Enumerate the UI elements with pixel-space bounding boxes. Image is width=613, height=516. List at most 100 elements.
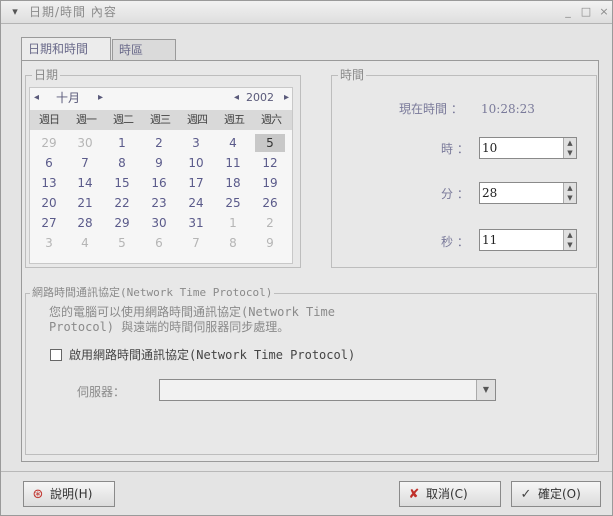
calendar-day[interactable]: 1 [107, 134, 137, 152]
calendar-day[interactable]: 9 [255, 234, 285, 252]
cancel-icon: ✘ [408, 487, 420, 502]
calendar-day[interactable]: 6 [144, 234, 174, 252]
minimize-icon[interactable]: _ [561, 4, 575, 20]
calendar-day[interactable]: 10 [181, 154, 211, 172]
calendar-day[interactable]: 31 [181, 214, 211, 232]
calendar-day[interactable]: 20 [34, 194, 64, 212]
ok-button[interactable]: ✓ 確定(O) [511, 481, 601, 507]
second-spinner[interactable]: ▲▼ [479, 229, 577, 251]
second-spinner-buttons[interactable]: ▲ ▼ [563, 230, 576, 250]
help-button-label: 說明(H) [50, 487, 93, 501]
calendar-day[interactable]: 3 [34, 234, 64, 252]
prev-year-icon[interactable]: ◂ [234, 91, 239, 105]
calendar-day[interactable]: 5 [107, 234, 137, 252]
second-input[interactable] [482, 232, 560, 248]
calendar-day[interactable]: 21 [70, 194, 100, 212]
calendar-day[interactable]: 15 [107, 174, 137, 192]
calendar-day[interactable]: 6 [34, 154, 64, 172]
calendar-day[interactable]: 3 [181, 134, 211, 152]
next-month-icon[interactable]: ▸ [98, 91, 103, 105]
calendar-day[interactable]: 29 [107, 214, 137, 232]
calendar-day[interactable]: 8 [107, 154, 137, 172]
spin-down-icon[interactable]: ▼ [564, 193, 576, 203]
ok-icon: ✓ [520, 487, 532, 502]
weekday-label: 週二 [113, 113, 134, 126]
close-icon[interactable]: × [597, 4, 611, 20]
calendar-day[interactable]: 11 [218, 154, 248, 172]
hour-spinner[interactable]: ▲▼ [479, 137, 577, 159]
calendar-day[interactable]: 19 [255, 174, 285, 192]
calendar-day[interactable]: 29 [34, 134, 64, 152]
button-separator [1, 471, 612, 472]
cancel-button-label: 取消(C) [426, 487, 468, 501]
tab-timezone[interactable]: 時區 [112, 39, 176, 60]
hour-label: 時 ： [441, 142, 469, 156]
month-label: 十月 [56, 91, 81, 105]
help-button[interactable]: ⊛ 說明(H) [23, 481, 115, 507]
time-group-legend: 時間 [338, 67, 367, 83]
calendar-day[interactable]: 7 [70, 154, 100, 172]
calendar-day[interactable]: 22 [107, 194, 137, 212]
calendar[interactable]: ◂ 十月 ▸ ◂ 2002 ▸ 週日 週一 週二 週三 週四 週五 週六 29 3… [29, 87, 293, 264]
calendar-day[interactable]: 4 [70, 234, 100, 252]
minute-spinner[interactable]: ▲▼ [479, 182, 577, 204]
window-menu-icon[interactable]: ▾ [7, 4, 23, 20]
calendar-day[interactable]: 2 [144, 134, 174, 152]
second-label: 秒 ： [441, 235, 469, 249]
calendar-day[interactable]: 4 [218, 134, 248, 152]
calendar-day[interactable]: 30 [70, 134, 100, 152]
weekday-label: 週三 [150, 113, 171, 126]
next-year-icon[interactable]: ▸ [284, 91, 289, 105]
calendar-day[interactable]: 28 [70, 214, 100, 232]
weekday-label: 週一 [76, 113, 97, 126]
spin-up-icon[interactable]: ▲ [564, 230, 576, 240]
calendar-day[interactable]: 25 [218, 194, 248, 212]
spin-down-icon[interactable]: ▼ [564, 148, 576, 158]
calendar-day[interactable]: 17 [181, 174, 211, 192]
calendar-day[interactable]: 18 [218, 174, 248, 192]
server-combobox[interactable]: ▼ [159, 379, 496, 401]
window-title: 日期/時間 內容 [29, 5, 117, 19]
weekday-header: 週日 週一 週二 週三 週四 週五 週六 [30, 110, 292, 130]
calendar-day[interactable]: 26 [255, 194, 285, 212]
enable-ntp-label[interactable]: 啟用網路時間通訊協定(Network Time Protocol) [69, 347, 355, 363]
spin-up-icon[interactable]: ▲ [564, 183, 576, 193]
cancel-button[interactable]: ✘ 取消(C) [399, 481, 501, 507]
calendar-day[interactable]: 12 [255, 154, 285, 172]
calendar-day[interactable]: 27 [34, 214, 64, 232]
calendar-day[interactable]: 30 [144, 214, 174, 232]
spin-down-icon[interactable]: ▼ [564, 240, 576, 250]
calendar-day[interactable]: 9 [144, 154, 174, 172]
calendar-day[interactable]: 13 [34, 174, 64, 192]
maximize-icon[interactable]: □ [579, 4, 593, 20]
help-icon: ⊛ [32, 487, 44, 502]
calendar-day[interactable]: 1 [218, 214, 248, 232]
weekday-label: 週四 [187, 113, 208, 126]
date-time-properties-window: ▾ 日期/時間 內容 _ □ × 日期和時間 時區 日期 ◂ 十月 ▸ ◂ 20… [0, 0, 613, 516]
current-time-value: 10:28:23 [481, 102, 535, 116]
minute-spinner-buttons[interactable]: ▲ ▼ [563, 183, 576, 203]
spin-up-icon[interactable]: ▲ [564, 138, 576, 148]
ntp-group-legend: 網路時間通訊協定(Network Time Protocol) [30, 285, 275, 301]
calendar-day[interactable]: 5 [255, 134, 285, 152]
calendar-day[interactable]: 24 [181, 194, 211, 212]
calendar-day[interactable]: 14 [70, 174, 100, 192]
hour-spinner-buttons[interactable]: ▲ ▼ [563, 138, 576, 158]
title-bar: ▾ 日期/時間 內容 _ □ × [1, 1, 612, 24]
calendar-day[interactable]: 16 [144, 174, 174, 192]
server-label: 伺服器： [77, 385, 126, 399]
ntp-description: 您的電腦可以使用網路時間通訊協定(Network Time Protocol) … [49, 305, 335, 334]
calendar-day[interactable]: 23 [144, 194, 174, 212]
minute-input[interactable] [482, 185, 560, 201]
calendar-day[interactable]: 8 [218, 234, 248, 252]
weekday-label: 週五 [224, 113, 245, 126]
tab-date-time[interactable]: 日期和時間 [21, 37, 111, 61]
dropdown-arrow-icon[interactable]: ▼ [476, 380, 495, 400]
hour-input[interactable] [482, 140, 560, 156]
prev-month-icon[interactable]: ◂ [34, 91, 39, 105]
calendar-day[interactable]: 2 [255, 214, 285, 232]
calendar-day[interactable]: 7 [181, 234, 211, 252]
weekday-label: 週日 [39, 113, 60, 126]
year-label: 2002 [246, 91, 274, 104]
enable-ntp-checkbox[interactable] [50, 349, 62, 361]
